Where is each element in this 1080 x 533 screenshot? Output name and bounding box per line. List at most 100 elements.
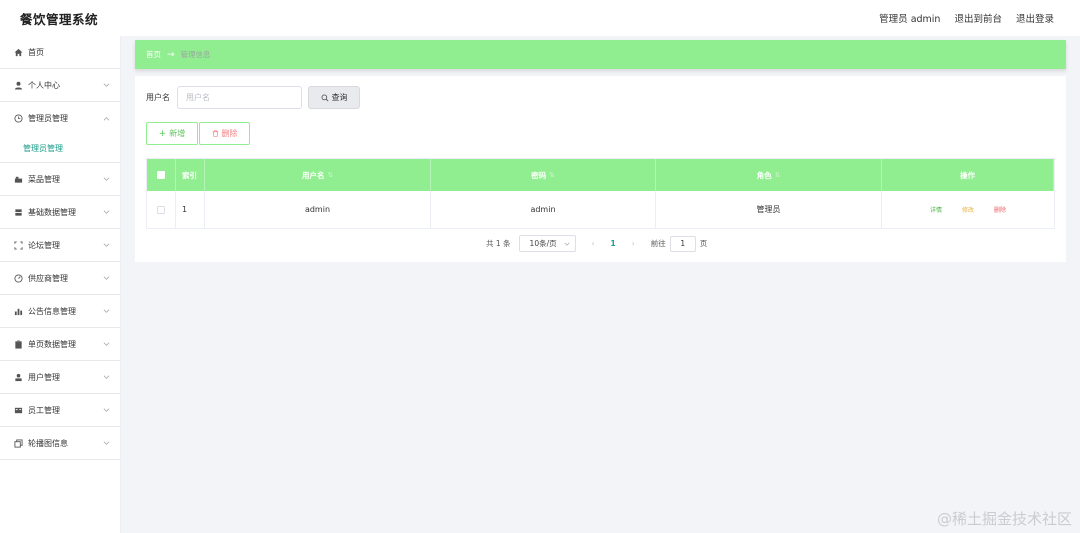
pagination: 共 1 条 10条/页 ‹ 1 › 前往 页 (486, 235, 707, 252)
sidebar-item-supplier[interactable]: 供应商管理 (0, 262, 120, 295)
prev-page-button[interactable]: ‹ (592, 239, 595, 248)
chevron-down-icon (103, 408, 110, 412)
sidebar-item-single-page[interactable]: 单页数据管理 (0, 328, 120, 361)
sidebar-item-label: 员工管理 (28, 405, 60, 415)
row-username: admin (205, 191, 431, 228)
row-operations: 详情 修改 删除 (882, 191, 1054, 228)
sidebar-item-profile[interactable]: 个人中心 (0, 69, 120, 102)
breadcrumb-arrow: → (167, 49, 175, 60)
page-size-value: 10条/页 (529, 239, 557, 248)
sidebar-item-label: 供应商管理 (28, 273, 68, 283)
chevron-down-icon (103, 441, 110, 445)
chevron-down-icon (103, 375, 110, 379)
sidebar-item-label: 公告信息管理 (28, 306, 76, 316)
chevron-down-icon (103, 83, 110, 87)
header-index: 索引 (176, 159, 205, 191)
clipboard-icon (13, 339, 23, 349)
header-username[interactable]: 用户名 ⇅ (205, 159, 431, 191)
sidebar-item-label: 单页数据管理 (28, 339, 76, 349)
chevron-up-icon (103, 116, 110, 121)
person-icon (13, 372, 23, 382)
breadcrumb-home-link[interactable]: 首页 (146, 49, 161, 60)
admin-table: 索引 用户名 ⇅ 密码 ⇅ 角色 ⇅ 操作 1 admin admin 管理员 详情 … (146, 158, 1055, 229)
sidebar-item-label: 轮播图信息 (28, 438, 68, 448)
search-icon (321, 94, 329, 102)
query-button[interactable]: 查询 (308, 86, 360, 109)
chevron-down-icon (103, 243, 110, 247)
current-user-label: 管理员 admin (879, 14, 941, 25)
sidebar-item-forum[interactable]: 论坛管理 (0, 229, 120, 262)
sidebar-item-label: 菜品管理 (28, 174, 60, 184)
next-page-button[interactable]: › (632, 239, 635, 248)
chevron-down-icon (103, 210, 110, 214)
detail-button[interactable]: 详情 (930, 205, 942, 214)
gauge-icon (13, 273, 23, 283)
sidebar-item-home[interactable]: 首页 (0, 36, 120, 69)
sidebar-item-label: 管理员管理 (28, 114, 68, 123)
search-label: 用户名 (146, 93, 170, 102)
top-header: 餐饮管理系统 管理员 admin 退出到前台 退出登录 (0, 0, 1080, 36)
sidebar-item-label: 论坛管理 (28, 240, 60, 250)
database-icon (13, 207, 23, 217)
sort-icon[interactable]: ⇅ (775, 171, 780, 179)
sidebar-item-dishes[interactable]: 菜品管理 (0, 163, 120, 196)
sidebar-subitem-admin-manage[interactable]: 管理员管理 (0, 135, 120, 163)
copy-icon (13, 438, 23, 448)
chevron-down-icon (103, 177, 110, 181)
delete-button[interactable]: 删除 (199, 122, 250, 145)
header-password[interactable]: 密码 ⇅ (431, 159, 656, 191)
current-page-number[interactable]: 1 (611, 239, 616, 248)
page-unit-label: 页 (699, 239, 708, 248)
action-buttons: + 新增 删除 (146, 122, 250, 145)
goto-label: 前往 (650, 239, 666, 248)
header-actions: 管理员 admin 退出到前台 退出登录 (879, 11, 1054, 25)
home-icon (13, 47, 23, 57)
breadcrumb-current: 管理信息 (180, 50, 211, 59)
table-header: 索引 用户名 ⇅ 密码 ⇅ 角色 ⇅ 操作 (147, 159, 1054, 191)
header-role-label: 角色 (756, 170, 772, 180)
edit-button[interactable]: 修改 (962, 205, 974, 214)
row-select-cell (147, 191, 176, 228)
row-delete-button[interactable]: 删除 (994, 205, 1006, 214)
select-all-cell (147, 159, 176, 191)
staff-icon (13, 405, 23, 415)
main-panel: 用户名 查询 + 新增 删除 索引 用户名⇅ 密码⇅ 角色⇅ 操作 1 admi… (135, 76, 1066, 262)
row-checkbox[interactable] (157, 205, 165, 214)
chevron-down-icon (103, 309, 110, 313)
header-username-label: 用户名 (302, 170, 325, 180)
sidebar-item-label: 基础数据管理 (28, 207, 76, 217)
trash-icon (212, 130, 218, 137)
sidebar-item-notice[interactable]: 公告信息管理 (0, 295, 120, 328)
username-search-input[interactable] (177, 86, 302, 109)
sidebar-item-admin[interactable]: 管理员管理 (0, 102, 120, 135)
row-role: 管理员 (656, 191, 882, 228)
sidebar-item-carousel[interactable]: 轮播图信息 (0, 427, 120, 460)
app-title: 餐饮管理系统 (20, 11, 99, 27)
delete-button-label: 删除 (221, 129, 238, 138)
logout-link[interactable]: 退出登录 (1016, 11, 1054, 25)
watermark: @稀土掘金技术社区 (936, 510, 1072, 528)
goto-page-input[interactable] (669, 235, 696, 252)
sidebar-menu: 首页 个人中心 管理员管理 管理员管理 菜品管理 基础数据管理 论坛管理 供应商… (0, 36, 121, 533)
sort-icon[interactable]: ⇅ (549, 171, 554, 179)
header-operations: 操作 (882, 159, 1054, 191)
sidebar-item-users[interactable]: 用户管理 (0, 361, 120, 394)
frame-icon (13, 240, 23, 250)
user-icon (13, 80, 23, 90)
row-password: admin (431, 191, 656, 228)
chevron-down-icon (103, 276, 110, 280)
search-form: 用户名 查询 (146, 86, 360, 109)
header-role[interactable]: 角色 ⇅ (656, 159, 882, 191)
exit-to-front-link[interactable]: 退出到前台 (954, 11, 1002, 25)
add-button[interactable]: + 新增 (146, 122, 198, 145)
select-all-checkbox[interactable] (157, 171, 165, 179)
sort-icon[interactable]: ⇅ (328, 171, 333, 179)
sidebar-item-staff[interactable]: 员工管理 (0, 394, 120, 427)
dish-icon (13, 174, 23, 184)
sidebar-item-base-data[interactable]: 基础数据管理 (0, 196, 120, 229)
header-password-label: 密码 (531, 170, 547, 180)
plus-icon: + (158, 128, 167, 139)
page-size-select[interactable]: 10条/页 (518, 235, 576, 252)
sidebar-item-label: 用户管理 (28, 372, 60, 382)
clock-icon (13, 114, 23, 124)
